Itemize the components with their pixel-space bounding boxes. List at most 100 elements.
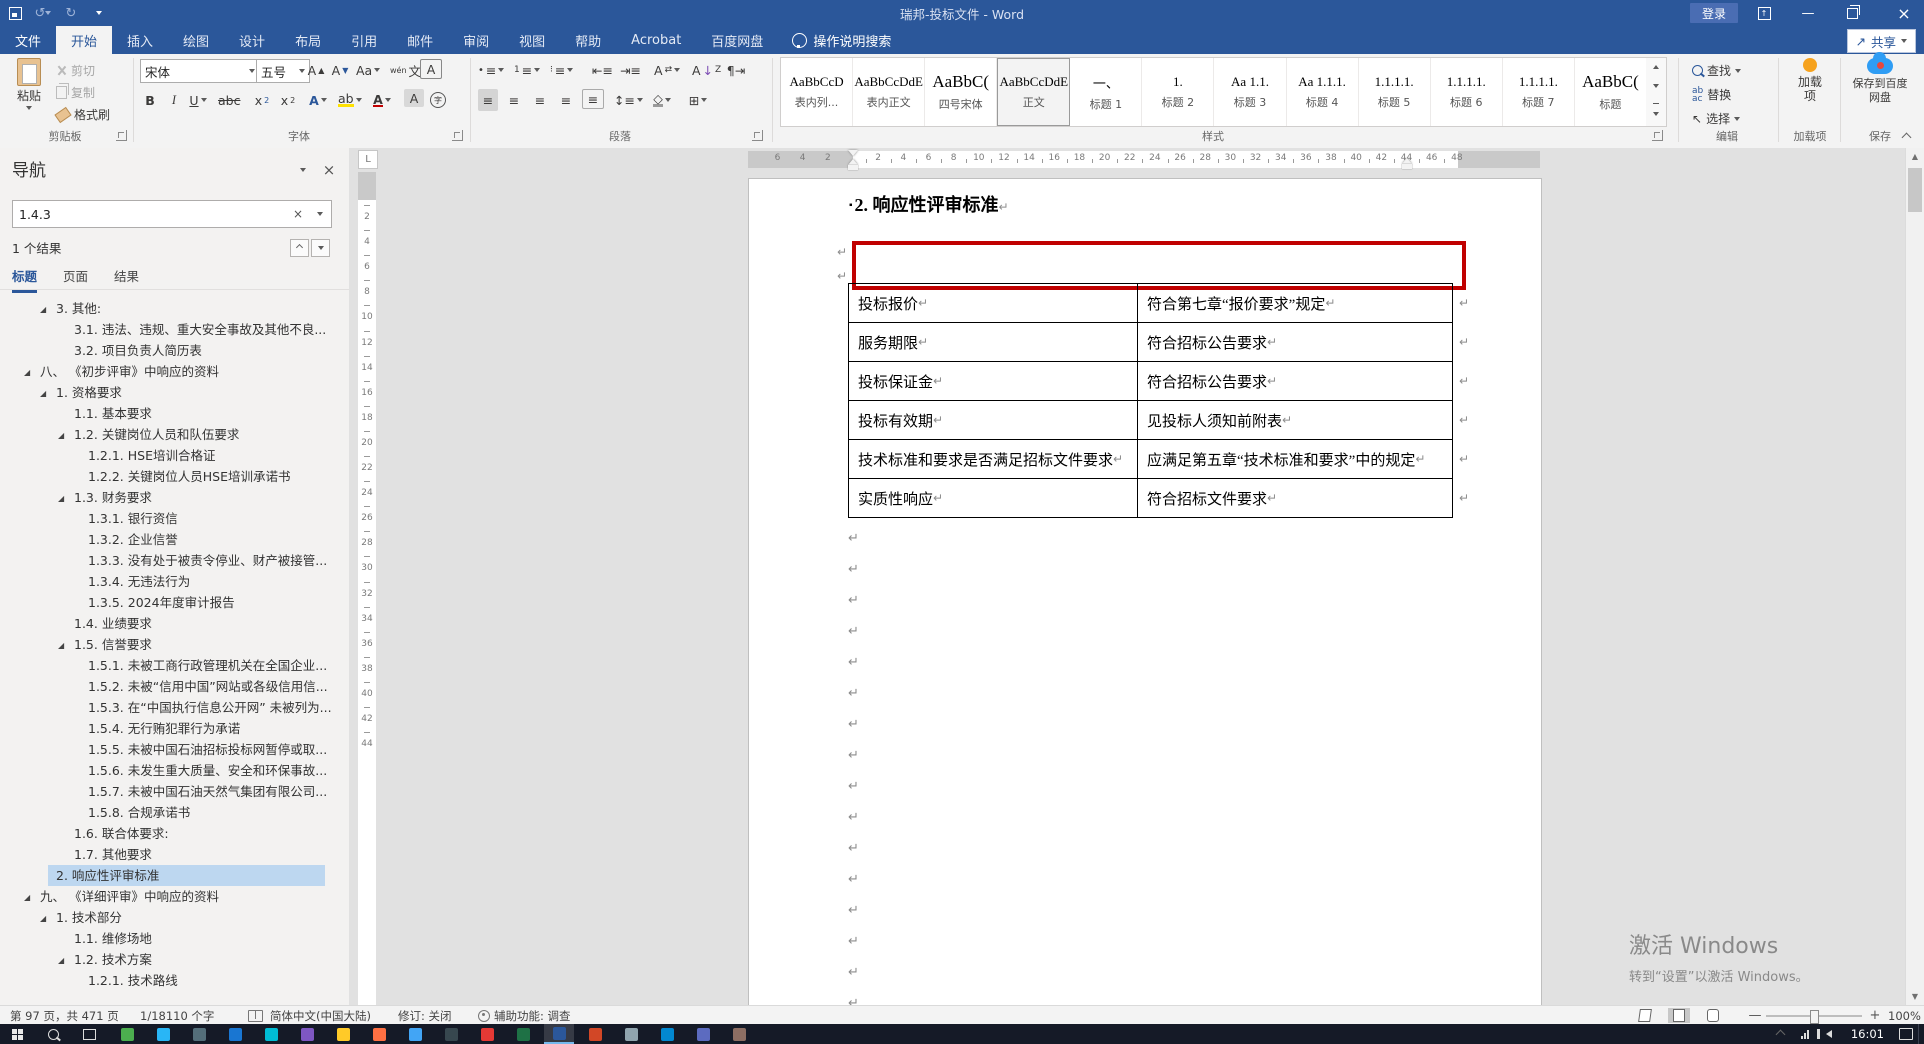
save-icon[interactable] [6, 4, 24, 22]
taskbar-app-icon[interactable] [364, 1024, 394, 1044]
underline-icon[interactable]: U [188, 89, 208, 111]
taskbar-app-icon[interactable] [292, 1024, 322, 1044]
taskbar-app-icon[interactable] [580, 1024, 610, 1044]
tab-邮件[interactable]: 邮件 [392, 26, 448, 54]
taskbar-app-icon[interactable] [220, 1024, 250, 1044]
tab-开始[interactable]: 开始 [56, 26, 113, 54]
nav-heading-item[interactable]: 1.5.4. 无行贿犯罪行为承诺 [0, 718, 349, 739]
vertical-scrollbar[interactable]: ▲ ▼ [1905, 148, 1924, 1005]
collapse-triangle-icon[interactable]: ◢ [58, 950, 64, 970]
nav-heading-item[interactable]: 1.5.8. 合规承诺书 [0, 802, 349, 823]
nav-heading-item[interactable]: 1.5.3. 在“中国执行信息公开网” 未被列为... [0, 697, 349, 718]
increase-indent-icon[interactable]: ⇥≡ [620, 59, 641, 81]
text-effects-icon[interactable]: A [308, 89, 328, 111]
taskbar-app-icon[interactable] [148, 1024, 178, 1044]
nav-heading-item[interactable]: 1.2.1. HSE培训合格证 [0, 445, 349, 466]
redo-icon[interactable]: ↻ [62, 4, 80, 22]
scroll-up-icon[interactable]: ▲ [1906, 148, 1924, 165]
enclose-characters-icon[interactable]: 字 [428, 89, 448, 111]
align-left-icon[interactable]: ≡ [478, 89, 498, 111]
show-marks-icon[interactable]: ¶⇥ [726, 59, 746, 81]
italic-icon[interactable]: I [164, 89, 184, 111]
table-cell[interactable]: 投标有效期 ↵ [849, 401, 1138, 439]
select-button[interactable]: ↖ 选择 [1692, 110, 1741, 127]
document-heading[interactable]: ▪ 2. 响应性评审标准↵ [849, 191, 1009, 217]
language-indicator[interactable]: 简体中文(中国大陆) [270, 1006, 371, 1025]
collapse-triangle-icon[interactable]: ◢ [24, 887, 30, 907]
ribbon-display-options-icon[interactable]: ↑ [1744, 0, 1784, 26]
show-desktop-button[interactable] [1918, 1024, 1924, 1044]
style-item[interactable]: Aa 1.1. 标题 3 [1214, 58, 1287, 126]
table-cell[interactable]: 符合招标文件要求 ↵ [1138, 479, 1453, 517]
style-item[interactable]: 1.1.1.1. 标题 7 [1503, 58, 1575, 126]
style-item[interactable]: AaBbC(四号宋体 [925, 58, 998, 126]
start-button[interactable] [2, 1024, 32, 1044]
styles-dialog-launcher[interactable] [1652, 130, 1663, 141]
nav-heading-item[interactable]: 1.5.2. 未被“信用中国”网站或各级信用信... [0, 676, 349, 697]
taskbar-app-icon[interactable] [328, 1024, 358, 1044]
taskbar-app-icon[interactable] [436, 1024, 466, 1044]
search-options-icon[interactable] [309, 201, 331, 227]
nav-heading-item[interactable]: 1.3.5. 2024年度审计报告 [0, 592, 349, 613]
taskbar-app-icon[interactable] [184, 1024, 214, 1044]
strikethrough-icon[interactable]: abc [218, 89, 240, 111]
taskbar-app-icon[interactable] [112, 1024, 142, 1044]
decrease-indent-icon[interactable]: ⇤≡ [592, 59, 613, 81]
nav-heading-item[interactable]: 1.5.7. 未被中国石油天然气集团有限公司... [0, 781, 349, 802]
zoom-out-icon[interactable]: — [1748, 1006, 1762, 1025]
table-cell[interactable]: 见投标人须知前附表 ↵ [1138, 401, 1453, 439]
nav-heading-item[interactable]: 1.2.2. 关键岗位人员HSE培训承诺书 [0, 466, 349, 487]
clipboard-dialog-launcher[interactable] [116, 130, 127, 141]
nav-search-input[interactable] [13, 206, 287, 222]
table-cell[interactable]: 应满足第五章“技术标准和要求”中的规定 ↵ [1138, 440, 1453, 478]
borders-icon[interactable]: ⊞ [688, 89, 708, 111]
taskbar-clock[interactable]: 16:01 [1841, 1027, 1894, 1041]
tab-帮助[interactable]: 帮助 [560, 26, 616, 54]
web-layout-icon[interactable] [1702, 1008, 1724, 1023]
collapse-triangle-icon[interactable]: ◢ [40, 299, 46, 319]
style-item[interactable]: 1.1.1.1. 标题 6 [1431, 58, 1503, 126]
collapse-triangle-icon[interactable]: ◢ [24, 362, 30, 382]
nav-heading-item[interactable]: ◢ 八、 《初步评审》中响应的资料 [0, 361, 349, 382]
taskbar-app-icon[interactable] [400, 1024, 430, 1044]
nav-pane-options-icon[interactable] [293, 160, 313, 180]
tray-expand-icon[interactable] [1769, 1024, 1793, 1044]
collapse-triangle-icon[interactable]: ◢ [58, 425, 64, 445]
font-name-combobox[interactable]: 宋体 [140, 59, 260, 83]
nav-heading-item[interactable]: 1.4. 业绩要求 [0, 613, 349, 634]
superscript-icon[interactable]: x2 [278, 89, 298, 111]
shrink-font-icon[interactable]: A ▼ [330, 59, 350, 81]
collapse-triangle-icon[interactable]: ◢ [40, 383, 46, 403]
grow-font-icon[interactable]: A ▲ [306, 59, 326, 81]
share-button[interactable]: ↗ 共享 [1846, 29, 1916, 53]
zoom-slider-thumb[interactable] [1810, 1010, 1819, 1024]
styles-gallery-scroll[interactable] [1646, 57, 1667, 127]
tab-Acrobat[interactable]: Acrobat [616, 26, 696, 54]
nav-heading-item[interactable]: ◢ 九、 《详细评审》中响应的资料 [0, 886, 349, 907]
collapse-triangle-icon[interactable]: ◢ [58, 488, 64, 508]
network-icon[interactable] [1793, 1024, 1817, 1044]
previous-result-icon[interactable] [290, 238, 309, 257]
read-mode-icon[interactable] [1634, 1008, 1656, 1023]
taskbar-app-icon[interactable] [544, 1024, 574, 1044]
collapse-ribbon-icon[interactable] [1898, 130, 1914, 144]
subscript-icon[interactable]: x2 [252, 89, 272, 111]
character-border-icon[interactable]: A [420, 59, 442, 79]
page-indicator[interactable]: 第 97 页，共 471 页 [10, 1006, 119, 1025]
tab-file[interactable]: 文件 [0, 26, 56, 54]
nav-heading-item[interactable]: 1.2.1. 技术路线 [0, 970, 349, 991]
tab-绘图[interactable]: 绘图 [168, 26, 224, 54]
nav-heading-item[interactable]: 1.5.6. 未发生重大质量、安全和环保事故... [0, 760, 349, 781]
font-color-icon[interactable]: A [372, 89, 392, 111]
taskbar-app-icon[interactable] [616, 1024, 646, 1044]
task-view-button[interactable] [74, 1024, 104, 1044]
paste-button[interactable]: 粘贴 [6, 58, 52, 124]
nav-heading-item[interactable]: 1.1. 维修场地 [0, 928, 349, 949]
nav-heading-item[interactable]: ◢ 3. 其他: [0, 298, 349, 319]
find-button[interactable]: 查找 [1692, 62, 1742, 79]
tab-百度网盘[interactable]: 百度网盘 [696, 26, 778, 54]
table-cell[interactable]: 符合招标公告要求 ↵ [1138, 323, 1453, 361]
taskbar-app-icon[interactable] [724, 1024, 754, 1044]
bullets-icon[interactable]: • ≡ [478, 59, 505, 81]
table-cell[interactable]: 实质性响应 ↵ [849, 479, 1138, 517]
